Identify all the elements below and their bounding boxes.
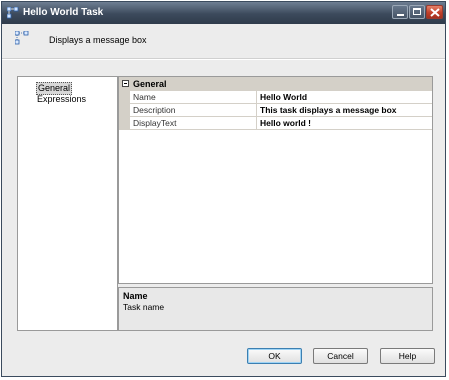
collapse-icon[interactable]	[122, 80, 129, 87]
property-grid: General Name Hello World Description Thi…	[118, 76, 433, 284]
property-gutter	[119, 91, 130, 130]
property-value[interactable]: Hello world !	[260, 118, 311, 128]
description-title: Name	[123, 291, 148, 301]
ok-button[interactable]: OK	[247, 348, 302, 364]
category-label: General	[133, 79, 167, 89]
column-divider	[256, 91, 257, 103]
property-description-pane: Name Task name	[118, 287, 433, 331]
page-navigation-list: General Expressions	[17, 76, 118, 331]
maximize-button[interactable]	[409, 5, 425, 19]
property-name: Name	[133, 92, 156, 102]
property-value[interactable]: Hello World	[260, 92, 307, 102]
window-title: Hello World Task	[23, 7, 104, 18]
close-icon	[430, 8, 440, 17]
property-row-displaytext[interactable]: DisplayText Hello world !	[130, 117, 432, 130]
header-divider	[2, 58, 445, 60]
task-header-icon	[14, 30, 29, 45]
category-row-general[interactable]: General	[119, 77, 432, 91]
column-divider	[256, 117, 257, 129]
task-app-icon	[6, 6, 19, 19]
column-divider	[256, 104, 257, 116]
property-row-name[interactable]: Name Hello World	[130, 91, 432, 104]
property-value[interactable]: This task displays a message box	[260, 105, 397, 115]
close-button[interactable]	[426, 5, 443, 19]
dialog-window: Hello World Task Displays a message box …	[1, 1, 446, 377]
property-row-description[interactable]: Description This task displays a message…	[130, 104, 432, 117]
title-bar[interactable]: Hello World Task	[2, 2, 445, 24]
help-button[interactable]: Help	[380, 348, 435, 364]
task-description-header: Displays a message box	[49, 35, 147, 45]
cancel-button[interactable]: Cancel	[313, 348, 368, 364]
property-name: Description	[133, 105, 176, 115]
description-text: Task name	[123, 302, 165, 312]
minimize-button[interactable]	[392, 5, 408, 19]
property-name: DisplayText	[133, 118, 177, 128]
nav-item-expressions[interactable]: Expressions	[36, 94, 87, 105]
